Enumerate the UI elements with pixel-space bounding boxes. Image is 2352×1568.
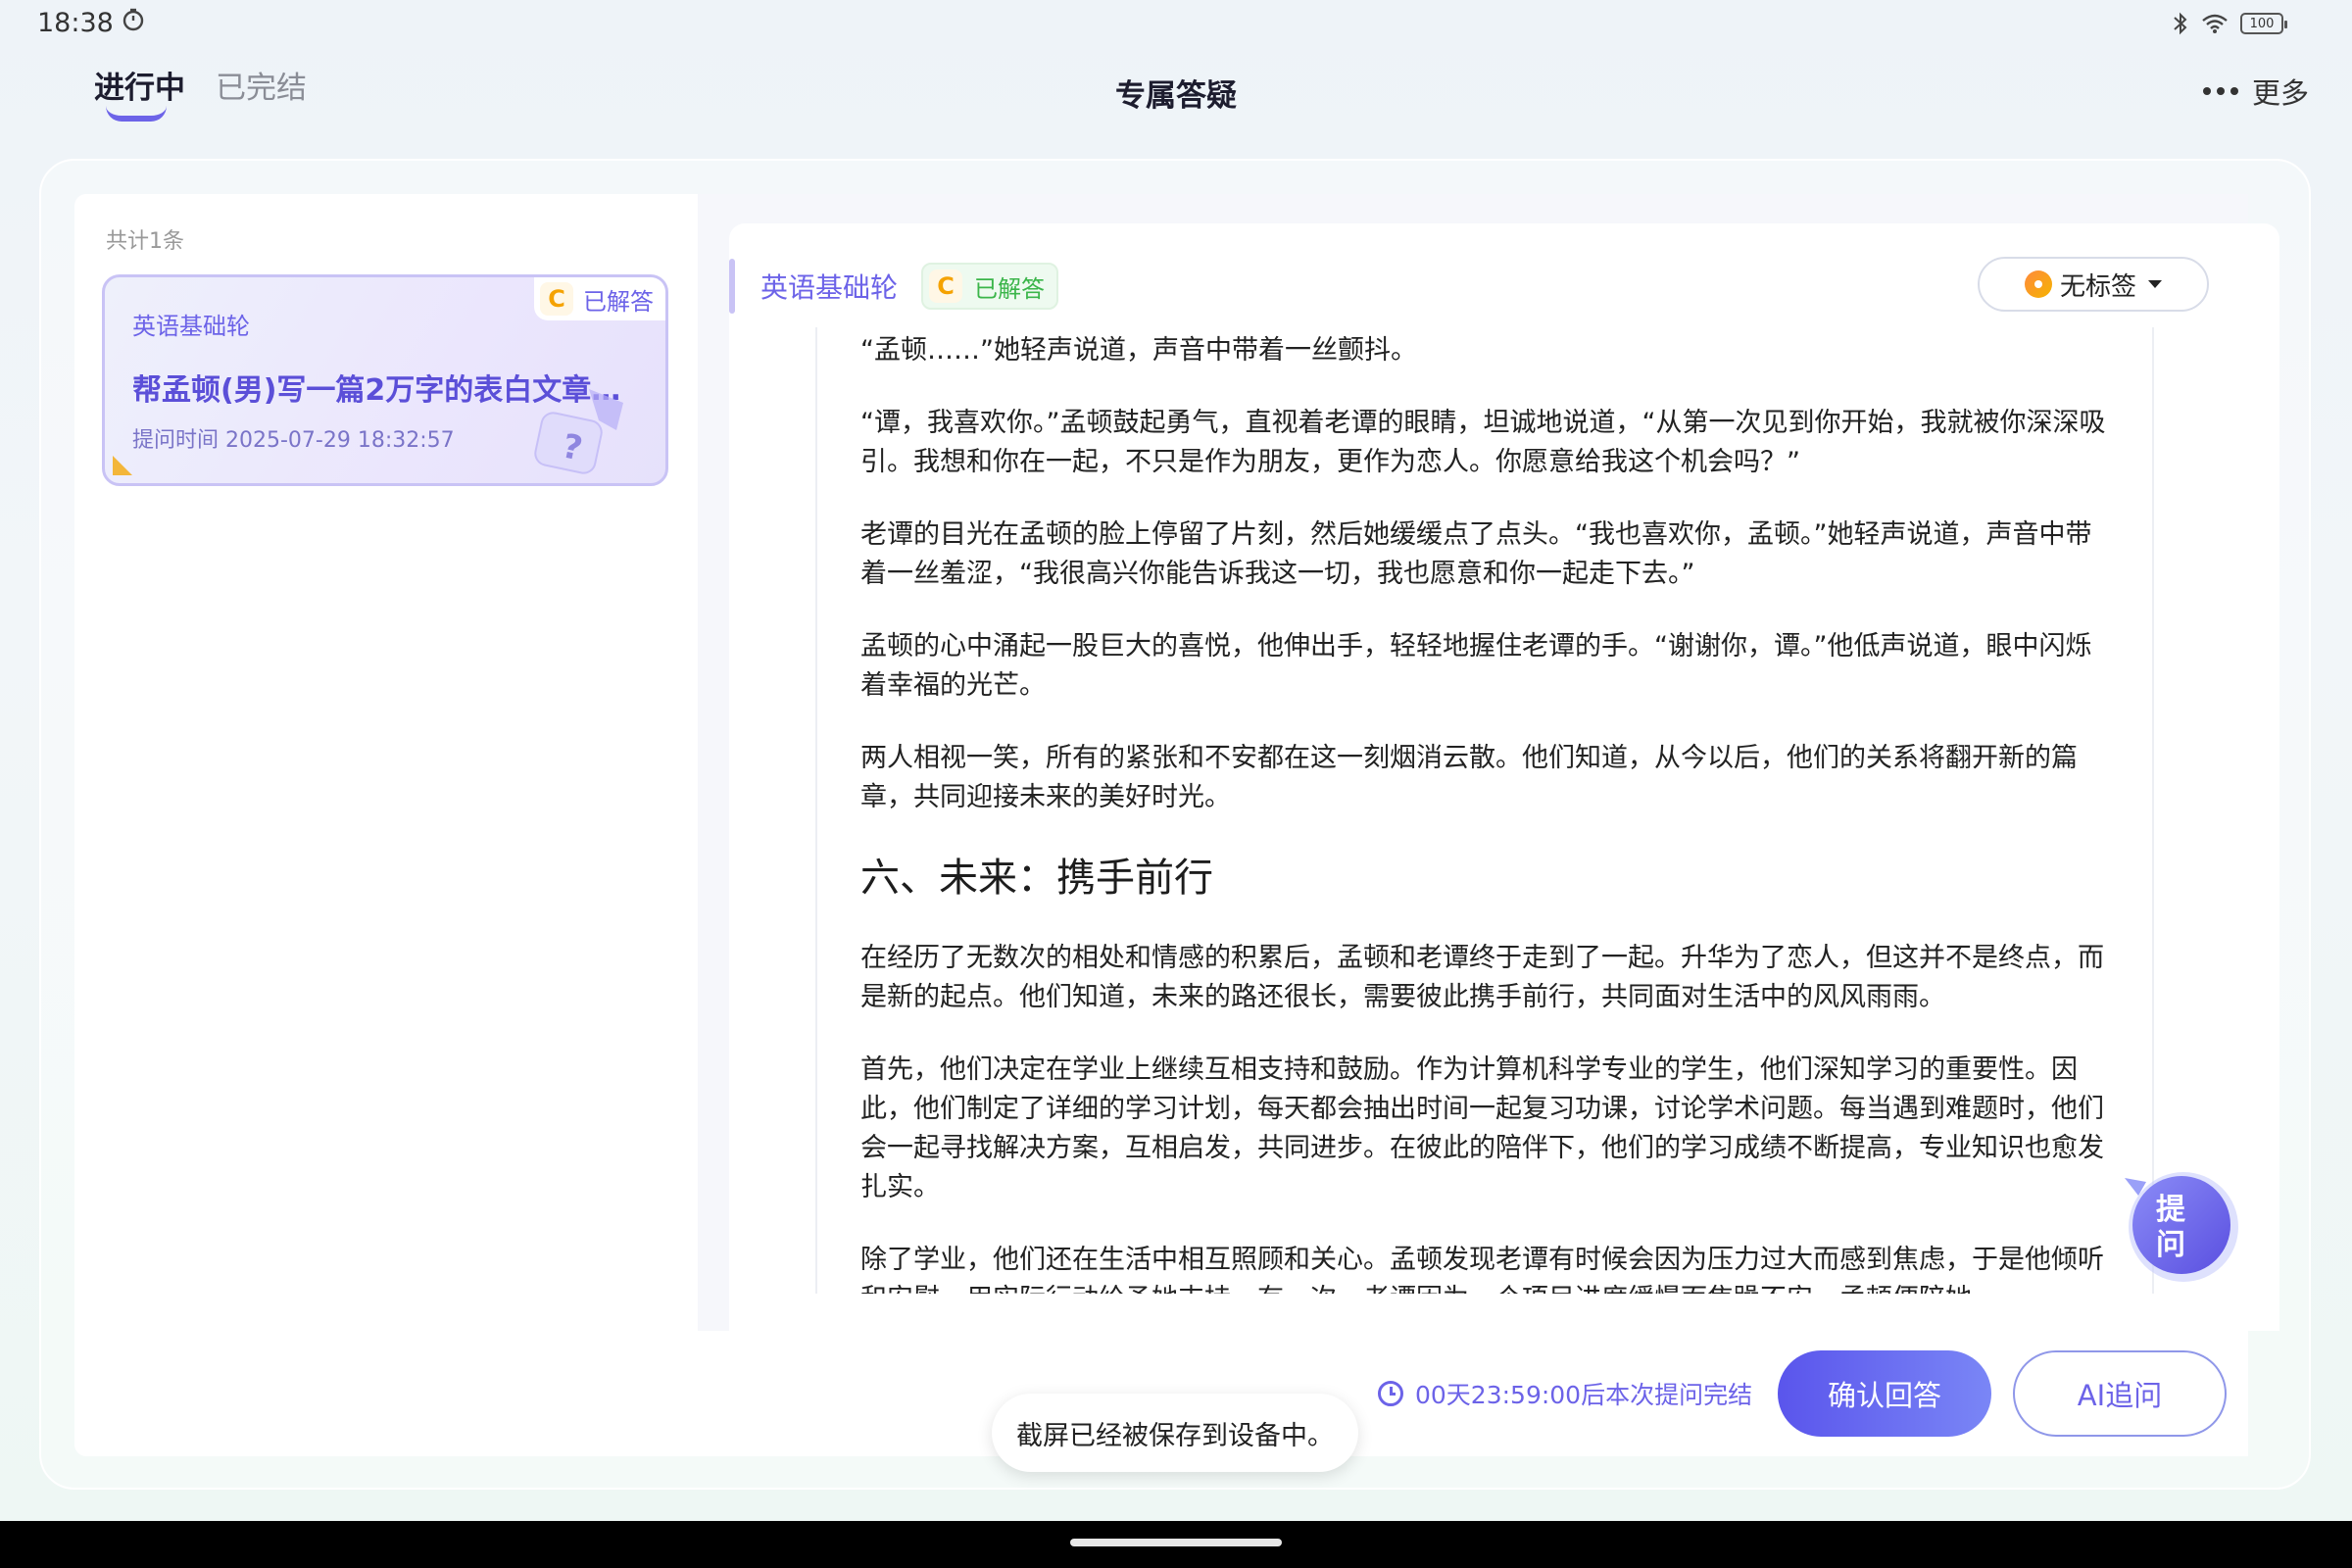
screenshot-toast: 截屏已经被保存到设备中。 [992,1394,1358,1472]
answer-paragraph: 在经历了无数次的相处和情感的积累后，孟顿和老谭终于走到了一起。升华为了恋人，但这… [860,943,2104,1012]
countdown-text: 00天23:59:00后本次提问完结 [1415,1381,1753,1409]
question-list-panel: 共计1条 C 已解答 英语基础轮 帮孟顿(男)写一篇2万字的表白文章给… 提问时… [74,194,698,1456]
status-icons: 100 [2172,10,2287,37]
answer-paragraph: 孟顿的心中涌起一股巨大的喜悦，他伸出手，轻轻地握住老谭的手。“谢谢你，谭。”他低… [860,631,2092,701]
question-subject: 英语基础轮 [132,313,250,340]
ai-followup-button[interactable]: AI追问 [2013,1350,2227,1437]
more-dots-icon [2202,87,2238,95]
question-time: 提问时间 2025-07-29 18:32:57 [132,428,455,453]
subject-accent-bar [729,259,735,314]
home-indicator[interactable] [1070,1539,1282,1546]
grade-c-icon: C [540,282,573,316]
ask-label-1: 提 [2156,1193,2186,1227]
timer-icon [122,8,144,31]
question-status-badge: C 已解答 [534,277,665,320]
more-label: 更多 [2251,76,2309,110]
grade-c-icon: C [929,270,962,303]
answer-status: 已解答 [974,274,1045,303]
answer-paragraph: 两人相视一笑，所有的紧张和不安都在这一刻烟消云散。他们知道，从今以后，他们的关系… [860,743,2078,812]
more-button[interactable]: 更多 [2202,71,2309,112]
answer-content[interactable]: “孟顿……”她轻声说道，声音中带着一丝颤抖。 “谭，我喜欢你。”孟顿鼓起勇气，直… [815,327,2154,1294]
tag-label: 无标签 [2059,271,2136,302]
bluetooth-icon [2174,12,2187,35]
card-corner-mark [113,456,132,475]
question-count: 共计1条 [106,229,184,254]
answer-paragraph: “孟顿……”她轻声说道，声音中带着一丝颤抖。 [860,335,1417,366]
answer-paragraph: 首先，他们决定在学业上继续互相支持和鼓励。作为计算机科学专业的学生，他们深知学习… [860,1054,2104,1202]
battery-icon: 100 [2240,13,2287,34]
answer-paragraph: 除了学业，他们还在生活中相互照顾和关心。孟顿发现老谭有时候会因为压力过大而感到焦… [860,1245,2104,1294]
question-card[interactable]: C 已解答 英语基础轮 帮孟顿(男)写一篇2万字的表白文章给… 提问时间 202… [102,274,668,486]
answer-status-badge: C 已解答 [921,263,1058,310]
answer-paragraph: “谭，我喜欢你。”孟顿鼓起勇气，直视着老谭的眼睛，坦诚地说道，“从第一次见到你开… [860,408,2106,477]
page-title: 专属答疑 [1115,78,1237,114]
answer-paragraph: 老谭的目光在孟顿的脸上停留了片刻，然后她缓缓点了点头。“我也喜欢你，孟顿。”她轻… [860,519,2092,589]
status-bar: 18:38 100 [0,0,2352,49]
tag-icon [2024,270,2052,298]
ask-question-float-button[interactable]: 提 问 [2117,1160,2244,1288]
tag-dropdown[interactable]: 无标签 [1978,257,2209,312]
answer-section-heading: 六、未来：携手前行 [860,856,1213,901]
confirm-answer-button[interactable]: 确认回答 [1778,1350,1991,1437]
answer-subject: 英语基础轮 [760,271,899,304]
clock-icon [1378,1381,1403,1406]
question-status: 已解答 [583,287,654,316]
ask-label-2: 问 [2156,1228,2185,1262]
caret-down-icon [2148,280,2162,288]
countdown: 00天23:59:00后本次提问完结 [1378,1376,1752,1411]
question-mark-decoration-icon: ? [534,389,623,474]
status-time: 18:38 [37,8,114,38]
wifi-icon [2202,14,2228,33]
